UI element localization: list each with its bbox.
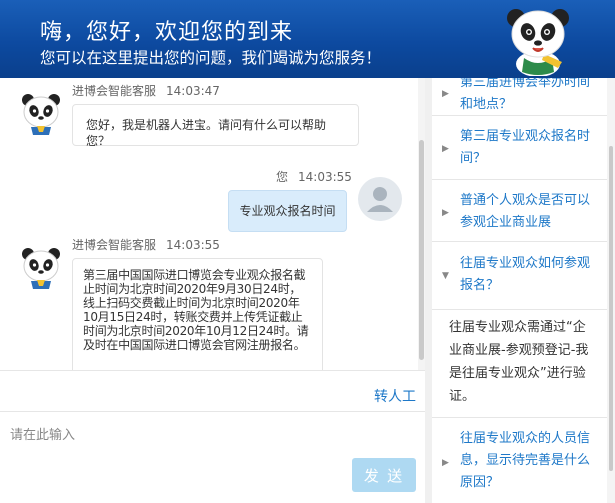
panel-gap	[425, 78, 432, 503]
faq-item-label: 普通个人观众是否可以参观企业商业展	[460, 193, 591, 230]
sender-name: 您	[276, 170, 289, 184]
faq-item-label: 往届专业观众的人员信息，显示待完善是什么原因？	[460, 431, 591, 490]
bot-message-bubble: 第三届中国国际进口博览会专业观众报名截止时间为北京时间2020年9月30日24时…	[72, 258, 323, 370]
message-meta: 您 14:03:55	[276, 168, 352, 185]
chevron-right-icon: ▶	[442, 458, 449, 468]
chevron-right-icon: ▶	[442, 208, 449, 218]
faq-item-label: 第三届专业观众报名时间？	[460, 129, 591, 166]
chat-scrollbar[interactable]	[418, 78, 425, 370]
user-message-bubble: 专业观众报名时间	[228, 190, 347, 232]
chevron-right-icon: ▶	[442, 144, 449, 154]
faq-item-label: 往届专业观众如何参观报名？	[460, 256, 591, 293]
sender-name: 进博会智能客服	[72, 84, 157, 98]
faq-item-expanded[interactable]: ▼ 往届专业观众如何参观报名？	[432, 242, 607, 310]
faq-item-label: 第三届进博会举办时间和地点？	[460, 78, 591, 112]
faq-answer: 往届专业观众需通过“企业商业展-参观预登记-我是往届专业观众”进行验证。	[432, 310, 607, 418]
input-panel: 转人工 发 送	[0, 370, 425, 503]
message-time: 14:03:55	[166, 238, 220, 252]
faq-scrollbar[interactable]	[607, 78, 615, 503]
bot-message-bubble: 您好，我是机器人进宝。请问有什么可以帮助您？	[72, 104, 359, 148]
message-time: 14:03:47	[166, 84, 220, 98]
faq-item[interactable]: ▶ 往届专业观众的人员信息，显示待完善是什么原因？	[432, 418, 607, 494]
send-button[interactable]: 发 送	[352, 458, 416, 492]
chat-messages[interactable]: 进博会智能客服 14:03:47 您好，我是机器人进宝。请问有什么可以帮助您？ 您…	[0, 78, 425, 370]
user-avatar-icon	[358, 177, 402, 221]
faq-item[interactable]: ▶ 普通个人观众是否可以参观企业商业展	[432, 180, 607, 242]
faq-item[interactable]: ▶ 第三届进博会举办时间和地点？	[432, 78, 607, 116]
sender-name: 进博会智能客服	[72, 238, 157, 252]
faq-item[interactable]: ▶ 第三届专业观众报名时间？	[432, 116, 607, 180]
welcome-subtitle: 您可以在这里提出您的问题，我们竭诚为您服务！	[40, 49, 382, 67]
message-input[interactable]	[10, 419, 415, 449]
chevron-down-icon: ▼	[442, 271, 449, 281]
faq-scrollbar-thumb[interactable]	[609, 146, 613, 471]
welcome-title: 嗨，您好，欢迎您的到来	[40, 20, 294, 45]
message-time: 14:03:55	[298, 170, 352, 184]
transfer-to-agent-link[interactable]: 转人工	[374, 386, 416, 406]
divider	[0, 411, 425, 412]
chevron-right-icon: ▶	[442, 89, 449, 99]
chat-scrollbar-thumb[interactable]	[419, 140, 424, 360]
chat-header: 嗨，您好，欢迎您的到来 您可以在这里提出您的问题，我们竭诚为您服务！	[0, 0, 615, 78]
panda-mascot-icon	[507, 9, 569, 76]
message-meta: 进博会智能客服 14:03:55	[72, 236, 220, 253]
bot-avatar-icon	[22, 248, 60, 289]
bot-avatar-icon	[22, 94, 60, 135]
faq-panel[interactable]: ▶ 第三届进博会举办时间和地点？ ▶ 第三届专业观众报名时间？ ▶ 普通个人观众…	[432, 78, 615, 503]
message-meta: 进博会智能客服 14:03:47	[72, 82, 220, 99]
